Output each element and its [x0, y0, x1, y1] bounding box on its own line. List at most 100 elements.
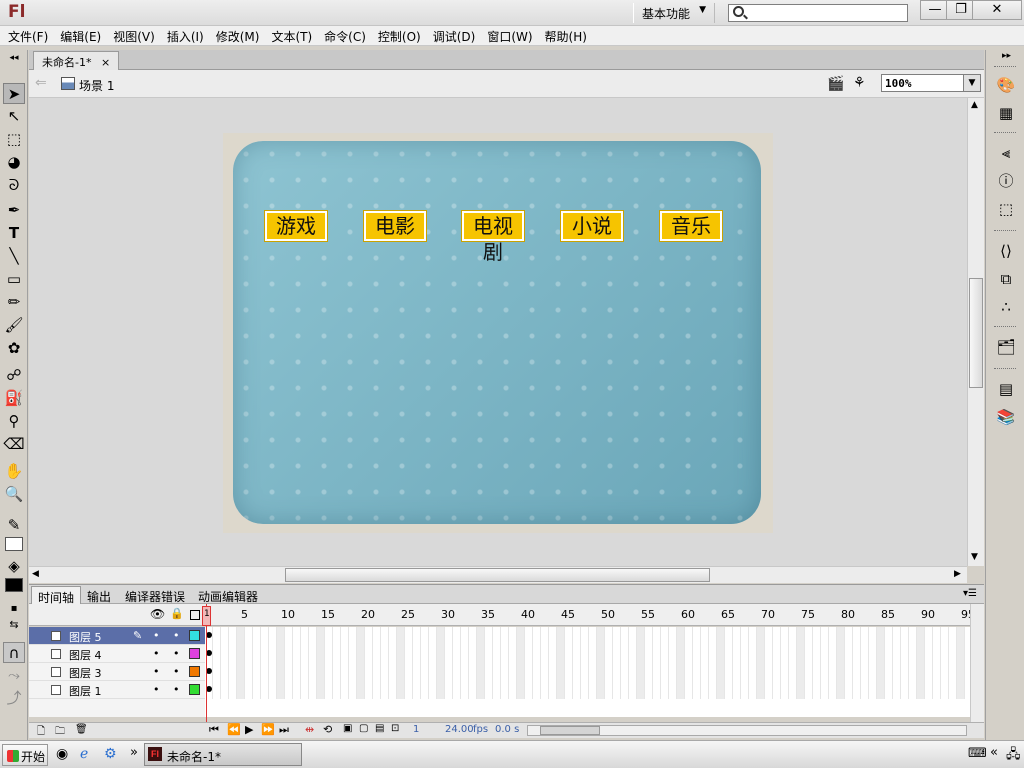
stage-vertical-scrollbar[interactable]: ▲ ▼	[967, 98, 984, 566]
snap-magnet-icon[interactable]: ∩	[3, 642, 25, 663]
edit-scene-icon[interactable]: 🎬	[827, 76, 844, 92]
frame-cell[interactable]	[853, 627, 861, 699]
frame-cell[interactable]	[829, 627, 837, 699]
swatches-panel-icon[interactable]: ▦	[995, 102, 1017, 124]
layer-row[interactable]: 图层 4 • •	[29, 645, 205, 663]
menu-modify[interactable]: 修改(M)	[214, 26, 270, 45]
frame-cell[interactable]	[637, 627, 645, 699]
frame-cell[interactable]	[501, 627, 509, 699]
frame-cell[interactable]	[869, 627, 877, 699]
edit-multiple-frames-icon[interactable]: ▤	[375, 723, 384, 734]
pen-tool-icon[interactable]: ✒	[3, 200, 25, 221]
lock-dot[interactable]: •	[173, 629, 180, 642]
document-tab[interactable]: 未命名-1* ×	[33, 51, 120, 70]
scroll-left-icon[interactable]: ◀	[32, 569, 39, 579]
start-button[interactable]: 开始	[2, 744, 48, 766]
frame-cell[interactable]	[629, 627, 637, 699]
stroke-color-icon[interactable]: ✎	[3, 515, 25, 536]
frame-cell[interactable]	[917, 627, 925, 699]
frame-cell[interactable]	[933, 627, 941, 699]
keyboard-icon[interactable]: ⌨	[968, 746, 987, 761]
close-button[interactable]: ✕	[972, 0, 1022, 20]
onion-markers-icon[interactable]: ⊡	[391, 723, 399, 734]
loop-icon[interactable]: ⟲	[323, 723, 332, 736]
visibility-dot[interactable]: •	[153, 629, 160, 642]
new-layer-icon[interactable]: 🗋	[37, 724, 45, 741]
hand-tool-icon[interactable]: ✋	[3, 461, 25, 482]
frame-cell[interactable]	[717, 627, 725, 699]
frame-cell[interactable]	[781, 627, 789, 699]
tab-motion-editor[interactable]: 动画编辑器	[192, 586, 264, 604]
transform-panel-icon[interactable]: ⬚	[995, 198, 1017, 220]
edit-symbol-icon[interactable]: ⚘	[853, 75, 866, 91]
frame-cell[interactable]	[333, 627, 341, 699]
help-search-input[interactable]	[728, 4, 908, 22]
frame-cell[interactable]	[293, 627, 301, 699]
center-frame-icon[interactable]: ⇹	[305, 723, 314, 736]
menu-control[interactable]: 控制(O)	[376, 26, 431, 45]
stroke-color-swatch[interactable]	[5, 537, 23, 551]
frame-cell[interactable]	[461, 627, 469, 699]
frame-cell[interactable]	[357, 627, 365, 699]
outline-icon[interactable]	[190, 610, 200, 620]
visibility-dot[interactable]: •	[153, 665, 160, 678]
workspace-switcher[interactable]: 基本功能 ▼	[633, 3, 715, 23]
frame-cell[interactable]	[701, 627, 709, 699]
menu-commands[interactable]: 命令(C)	[322, 26, 376, 45]
brush-tool-icon[interactable]: 🖌	[3, 315, 25, 336]
media-player-icon[interactable]: ◉	[56, 746, 68, 762]
frame-cell[interactable]	[453, 627, 461, 699]
frame-cell[interactable]	[773, 627, 781, 699]
fill-color-swatch[interactable]	[5, 578, 23, 592]
menu-text[interactable]: 文本(T)	[269, 26, 322, 45]
close-icon[interactable]: ×	[101, 56, 110, 69]
frame-cell[interactable]	[381, 627, 389, 699]
align-panel-icon[interactable]: ⫷	[995, 142, 1017, 164]
lasso-tool-icon[interactable]: ᘐ	[3, 175, 25, 196]
eraser-tool-icon[interactable]: ⌫	[3, 434, 25, 455]
tab-timeline[interactable]: 时间轴	[31, 586, 82, 605]
frame-cell[interactable]	[285, 627, 293, 699]
tray-collapse-icon[interactable]: «	[990, 745, 998, 760]
frame-cell[interactable]	[909, 627, 917, 699]
tab-output[interactable]: 输出	[81, 586, 117, 604]
layer-row[interactable]: 图层 5 ✎ • •	[29, 627, 205, 645]
swap-colors-icon[interactable]: ⇆	[3, 614, 25, 635]
back-arrow-icon[interactable]: ⇐	[35, 75, 47, 91]
frame-cell[interactable]	[493, 627, 501, 699]
paint-bucket-tool-icon[interactable]: ⛽	[3, 388, 25, 409]
selection-tool-icon[interactable]: ➤	[3, 83, 25, 104]
scroll-thumb[interactable]	[969, 278, 983, 388]
frame-cell[interactable]	[957, 627, 965, 699]
frame-cell[interactable]	[229, 627, 237, 699]
frame-cell[interactable]	[573, 627, 581, 699]
frame-cell[interactable]	[621, 627, 629, 699]
tab-compiler-errors[interactable]: 编译器错误	[119, 586, 191, 604]
frame-cell[interactable]	[685, 627, 693, 699]
frame-cell[interactable]	[245, 627, 253, 699]
frame-cell[interactable]	[877, 627, 885, 699]
panel-menu-icon[interactable]: ▾☰	[963, 588, 977, 599]
frame-cell[interactable]	[429, 627, 437, 699]
frame-cell[interactable]	[413, 627, 421, 699]
menu-debug[interactable]: 调试(D)	[431, 26, 486, 45]
frame-cell[interactable]	[597, 627, 605, 699]
current-frame-value[interactable]: 1	[413, 724, 419, 735]
layer-color-swatch[interactable]	[189, 648, 200, 659]
frame-cell[interactable]	[941, 627, 949, 699]
line-tool-icon[interactable]: ╲	[3, 246, 25, 267]
frame-cell[interactable]	[669, 627, 677, 699]
go-first-frame-icon[interactable]: ⏮	[209, 723, 219, 737]
smooth-icon[interactable]: ⤳	[3, 665, 25, 686]
playhead-marker[interactable]: 1	[202, 606, 211, 626]
frame-cell[interactable]	[269, 627, 277, 699]
eye-icon[interactable]: 👁	[150, 607, 165, 621]
frame-cell[interactable]	[365, 627, 373, 699]
frame-cell[interactable]	[421, 627, 429, 699]
frame-cell[interactable]	[925, 627, 933, 699]
layer-color-swatch[interactable]	[189, 684, 200, 695]
stage[interactable]: 游戏 电影 电视剧 小说 音乐	[223, 133, 773, 533]
frame-cell[interactable]	[693, 627, 701, 699]
frame-cell[interactable]	[949, 627, 957, 699]
frame-cell[interactable]	[221, 627, 229, 699]
